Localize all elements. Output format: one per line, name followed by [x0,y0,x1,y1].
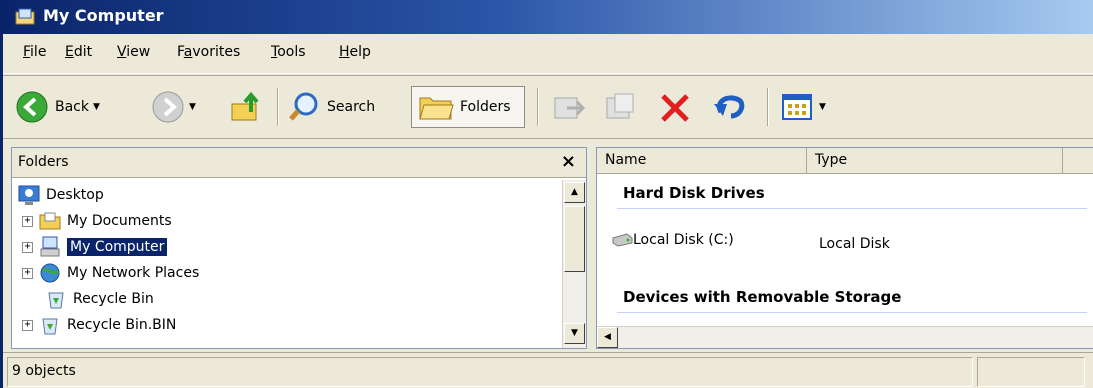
menu-help[interactable]: Help [339,44,371,60]
pane-splitter[interactable] [588,147,596,349]
content-horizontal-scrollbar[interactable]: ◀ [597,326,1093,348]
group-title-hard-disk-drives: Hard Disk Drives [623,184,765,202]
file-item-local-disk-c[interactable]: Local Disk (C:) [611,232,734,248]
group-divider [617,208,1087,209]
toolbar-separator [767,88,769,126]
back-arrow-icon [16,91,48,123]
hard-disk-icon [612,233,633,247]
status-objects-count: 9 objects [7,357,973,387]
scroll-thumb[interactable] [564,206,585,272]
my-documents-icon [39,212,61,230]
my-computer-icon [40,236,60,257]
tree-item-recycle-bin[interactable]: Recycle Bin [45,286,154,312]
folders-header: Folders × [12,148,586,178]
delete-button[interactable] [657,86,693,128]
up-folder-button[interactable] [229,86,263,128]
move-to-button[interactable] [551,86,587,128]
forward-arrow-icon [152,91,184,123]
folder-tree: Desktop + My Documents + My Computer + M… [12,180,562,348]
column-header-name[interactable]: Name [597,148,807,174]
folders-header-label: Folders [18,154,69,170]
window-title: My Computer [43,6,164,25]
title-bar[interactable]: My Computer [3,0,1093,34]
folder-icon [419,97,454,120]
scroll-down-icon[interactable]: ▼ [564,323,585,344]
undo-button[interactable] [711,86,749,128]
toolbar: Back ▼ ▼ Search Folders ▼ [3,75,1093,139]
menu-file[interactable]: File [23,44,46,60]
move-to-icon [554,97,586,119]
close-icon[interactable]: × [561,151,576,172]
tree-item-recycle-bin-bin[interactable]: + Recycle Bin.BIN [22,312,176,338]
group-divider [617,312,1087,313]
delete-x-icon [661,94,689,122]
menu-bar: File Edit View Favorites Tools Help [3,34,1093,74]
desktop-icon [18,185,40,205]
folders-button[interactable]: Folders [411,86,525,128]
forward-button[interactable]: ▼ [151,86,196,128]
tree-item-my-computer[interactable]: + My Computer [22,234,168,260]
group-title-removable-storage: Devices with Removable Storage [623,288,902,306]
tree-item-my-documents[interactable]: + My Documents [22,208,172,234]
status-cell-empty [977,357,1085,387]
recycle-bin-icon [48,292,64,309]
copy-to-icon [606,93,634,119]
undo-icon [714,95,745,119]
views-button[interactable]: ▼ [781,86,826,128]
expand-icon[interactable]: + [22,241,33,253]
menu-view[interactable]: View [117,44,150,60]
column-header-type[interactable]: Type [807,148,1063,174]
search-button[interactable]: Search [287,86,375,128]
scroll-up-icon[interactable]: ▲ [564,182,585,203]
tree-item-my-network-places[interactable]: + My Network Places [22,260,199,286]
back-button[interactable]: Back ▼ [15,86,100,128]
copy-to-button[interactable] [603,86,639,128]
chevron-down-icon[interactable]: ▼ [189,102,196,112]
explorer-window: My Computer File Edit View Favorites Too… [0,0,1093,388]
menu-edit[interactable]: Edit [65,44,92,60]
status-bar: 9 objects [3,352,1093,388]
file-type-cell: Local Disk [819,236,890,252]
expand-icon[interactable]: + [22,267,33,279]
folders-vertical-scrollbar[interactable]: ▲ ▼ [562,180,586,348]
chevron-down-icon[interactable]: ▼ [93,102,100,112]
toolbar-separator [537,88,539,126]
up-folder-icon [231,91,259,121]
folders-pane: Folders × Desktop + My Documents + My Co… [11,147,587,349]
toolbar-separator [277,88,279,126]
expand-icon[interactable]: + [22,215,33,227]
views-icon [782,94,812,120]
recycle-bin-icon [42,318,58,335]
my-computer-icon [15,8,35,25]
expand-icon[interactable]: + [22,319,33,331]
menu-tools[interactable]: Tools [271,44,306,60]
search-icon [289,92,318,121]
network-places-icon [40,263,60,283]
chevron-down-icon[interactable]: ▼ [819,102,826,112]
tree-item-desktop[interactable]: Desktop [18,182,104,208]
scroll-left-icon[interactable]: ◀ [597,327,618,348]
column-header-extra[interactable] [1063,148,1093,174]
content-pane: Name Type Hard Disk Drives Local Disk (C… [596,147,1093,349]
menu-favorites[interactable]: Favorites [177,44,240,60]
